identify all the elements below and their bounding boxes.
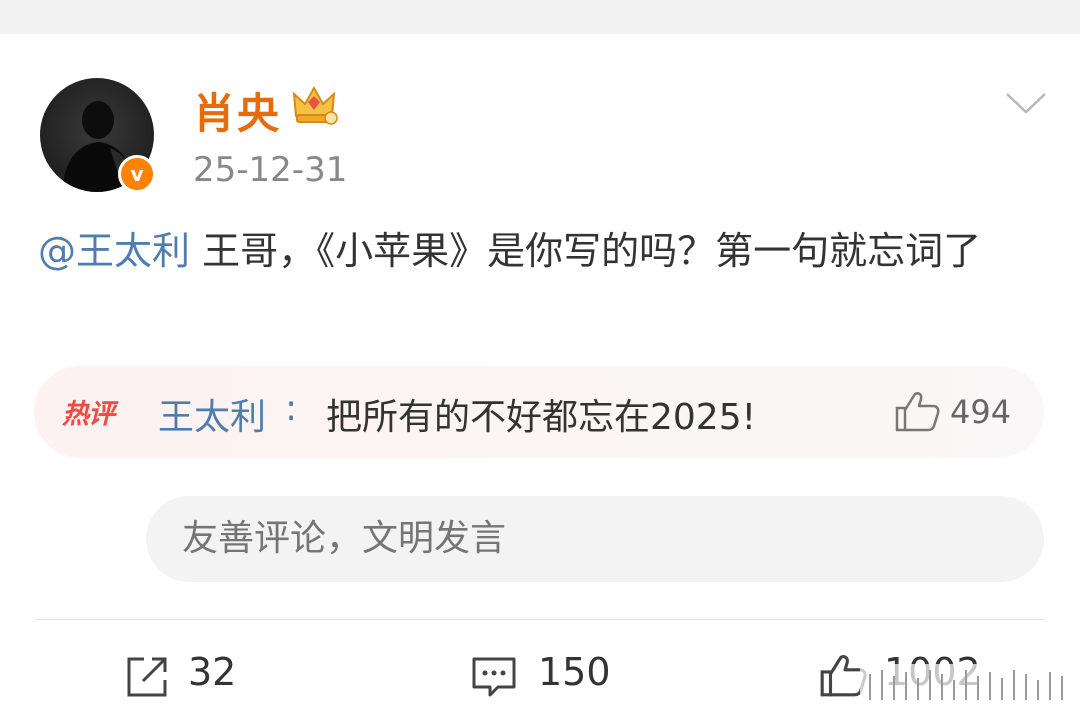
post-text: @王太利 王哥，《小苹果》是你写的吗？第一句就忘词了 <box>38 222 1048 280</box>
chevron-down-icon[interactable] <box>1004 88 1048 118</box>
mention-link[interactable]: @王太利 <box>38 229 190 273</box>
share-button[interactable]: 32 <box>124 648 264 704</box>
top-strip <box>0 0 1080 34</box>
verified-icon: v <box>118 155 156 193</box>
post-date: 25-12-31 <box>193 150 348 190</box>
hot-comment-user[interactable]: 王太利 <box>158 388 266 440</box>
author-name[interactable]: 肖央 <box>193 80 281 141</box>
divider <box>36 619 1044 620</box>
hot-comment-colon: : <box>285 388 298 429</box>
hot-comment-badge: 热评 <box>62 399 115 430</box>
post-body: 王哥，《小苹果》是你写的吗？第一句就忘词了 <box>190 229 982 273</box>
share-icon <box>127 657 167 697</box>
hot-comment-text: 把所有的不好都忘在2025! <box>326 397 757 438</box>
comment-icon <box>472 657 516 697</box>
comment-button[interactable]: 150 <box>470 648 630 704</box>
watermark-overlay <box>860 664 1070 704</box>
comment-count: 150 <box>538 650 611 694</box>
comment-input[interactable] <box>146 496 1044 582</box>
share-count: 32 <box>188 650 237 694</box>
crown-icon[interactable] <box>290 82 338 128</box>
thumbs-up-icon[interactable] <box>893 388 941 434</box>
hot-comment-like-count: 494 <box>950 393 1012 431</box>
